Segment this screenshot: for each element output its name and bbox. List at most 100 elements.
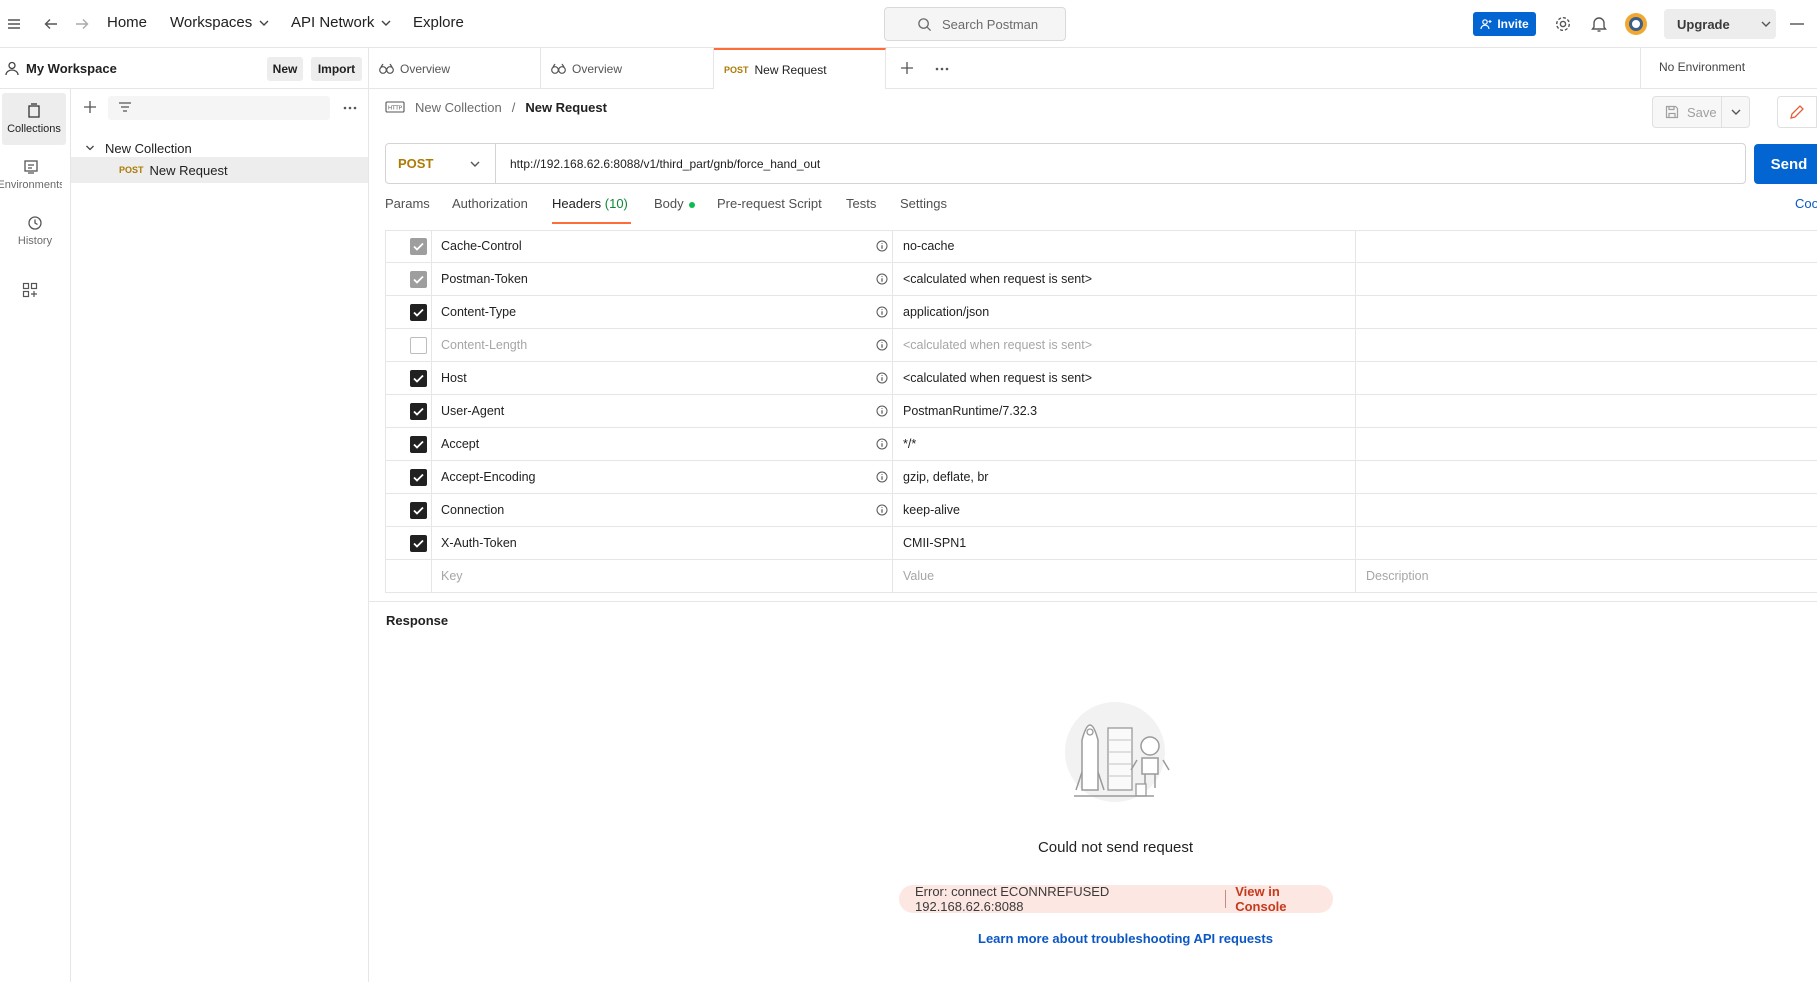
info-icon[interactable] bbox=[876, 273, 888, 285]
header-value[interactable]: */* bbox=[893, 428, 1356, 461]
tab-tests[interactable]: Tests bbox=[846, 196, 876, 224]
header-description[interactable] bbox=[1356, 395, 1817, 428]
sidebar-filter-input[interactable] bbox=[108, 96, 330, 120]
edit-button[interactable] bbox=[1777, 96, 1817, 128]
method-select[interactable]: POST bbox=[386, 144, 496, 183]
workspace-name[interactable]: My Workspace bbox=[26, 61, 117, 76]
info-icon[interactable] bbox=[876, 372, 888, 384]
add-collection-icon[interactable] bbox=[83, 100, 97, 114]
info-icon[interactable] bbox=[876, 504, 888, 516]
rail-history[interactable]: History bbox=[0, 205, 70, 257]
row-checkbox[interactable] bbox=[410, 535, 427, 552]
tab-new-request[interactable]: POST New Request bbox=[714, 48, 886, 89]
rail-collections[interactable]: Collections bbox=[2, 93, 66, 145]
tab-authorization[interactable]: Authorization bbox=[452, 196, 528, 224]
header-key[interactable]: Postman-Token bbox=[433, 263, 893, 296]
row-checkbox[interactable] bbox=[410, 370, 427, 387]
header-value[interactable]: application/json bbox=[893, 296, 1356, 329]
header-key[interactable]: Accept bbox=[433, 428, 893, 461]
header-description[interactable] bbox=[1356, 230, 1817, 263]
header-value[interactable]: <calculated when request is sent> bbox=[893, 263, 1356, 296]
search-input[interactable]: Search Postman bbox=[884, 7, 1066, 41]
nav-home[interactable]: Home bbox=[107, 14, 147, 31]
breadcrumb-collection[interactable]: New Collection bbox=[415, 100, 502, 115]
tab-params[interactable]: Params bbox=[385, 196, 430, 224]
settings-icon[interactable] bbox=[1554, 15, 1572, 33]
back-arrow-icon[interactable] bbox=[43, 16, 59, 32]
add-tab-icon[interactable] bbox=[900, 61, 914, 75]
sidebar-more-icon[interactable] bbox=[343, 106, 357, 110]
tab-pre-request-script[interactable]: Pre-request Script bbox=[717, 196, 822, 224]
header-value[interactable]: CMII-SPN1 bbox=[893, 527, 1356, 560]
header-value[interactable]: no-cache bbox=[893, 230, 1356, 263]
forward-arrow-icon[interactable] bbox=[74, 16, 90, 32]
header-value[interactable]: <calculated when request is sent> bbox=[893, 362, 1356, 395]
header-key[interactable]: User-Agent bbox=[433, 395, 893, 428]
row-checkbox[interactable] bbox=[410, 337, 427, 354]
header-description[interactable] bbox=[1356, 263, 1817, 296]
header-description[interactable] bbox=[1356, 296, 1817, 329]
header-description[interactable] bbox=[1356, 362, 1817, 395]
info-icon[interactable] bbox=[876, 471, 888, 483]
header-key[interactable]: Content-Type bbox=[433, 296, 893, 329]
header-key[interactable]: Connection bbox=[433, 494, 893, 527]
header-key[interactable]: Cache-Control bbox=[433, 230, 893, 263]
invite-button[interactable]: Invite bbox=[1473, 12, 1536, 36]
header-key[interactable]: Accept-Encoding bbox=[433, 461, 893, 494]
upgrade-button[interactable]: Upgrade bbox=[1664, 9, 1776, 39]
row-checkbox[interactable] bbox=[410, 304, 427, 321]
rail-environments[interactable]: Environments bbox=[0, 149, 62, 201]
header-value[interactable]: <calculated when request is sent> bbox=[893, 329, 1356, 362]
header-value[interactable]: keep-alive bbox=[893, 494, 1356, 527]
nav-workspaces[interactable]: Workspaces bbox=[170, 14, 270, 31]
save-dropdown-button[interactable] bbox=[1722, 96, 1750, 128]
notifications-bell-icon[interactable] bbox=[1591, 15, 1607, 33]
tab-overview-1[interactable]: Overview bbox=[369, 48, 541, 89]
minimize-icon[interactable] bbox=[1790, 23, 1804, 25]
header-key[interactable]: X-Auth-Token bbox=[433, 527, 893, 560]
breadcrumb-request[interactable]: New Request bbox=[525, 100, 607, 115]
row-checkbox[interactable] bbox=[410, 238, 427, 255]
response-divider[interactable] bbox=[369, 601, 1817, 602]
menu-icon[interactable] bbox=[7, 17, 21, 31]
info-icon[interactable] bbox=[876, 306, 888, 318]
header-value[interactable]: gzip, deflate, br bbox=[893, 461, 1356, 494]
header-description[interactable] bbox=[1356, 329, 1817, 362]
tab-headers[interactable]: Headers (10) bbox=[552, 196, 631, 224]
header-key[interactable]: Content-Length bbox=[433, 329, 893, 362]
new-value-input[interactable]: Value bbox=[893, 560, 1356, 593]
new-description-input[interactable]: Description bbox=[1356, 560, 1817, 593]
request-item[interactable]: POST New Request bbox=[71, 157, 368, 183]
info-icon[interactable] bbox=[876, 240, 888, 252]
row-checkbox[interactable] bbox=[410, 271, 427, 288]
new-key-input[interactable]: Key bbox=[433, 560, 893, 593]
nav-explore[interactable]: Explore bbox=[413, 14, 464, 31]
environment-selector[interactable]: No Environment bbox=[1640, 48, 1817, 88]
row-checkbox[interactable] bbox=[410, 502, 427, 519]
info-icon[interactable] bbox=[876, 405, 888, 417]
info-icon[interactable] bbox=[876, 438, 888, 450]
row-checkbox[interactable] bbox=[410, 403, 427, 420]
import-button[interactable]: Import bbox=[311, 57, 362, 81]
info-icon[interactable] bbox=[876, 339, 888, 351]
more-tabs-icon[interactable] bbox=[935, 67, 949, 71]
header-value[interactable]: PostmanRuntime/7.32.3 bbox=[893, 395, 1356, 428]
header-description[interactable] bbox=[1356, 428, 1817, 461]
tab-overview-2[interactable]: Overview bbox=[541, 48, 714, 89]
configure-workbench-icon[interactable] bbox=[22, 282, 38, 298]
nav-api-network[interactable]: API Network bbox=[291, 14, 392, 31]
header-description[interactable] bbox=[1356, 527, 1817, 560]
save-button[interactable]: Save bbox=[1652, 96, 1722, 128]
header-key[interactable]: Host bbox=[433, 362, 893, 395]
header-description[interactable] bbox=[1356, 461, 1817, 494]
new-button[interactable]: New bbox=[267, 57, 303, 81]
url-input[interactable]: http://192.168.62.6:8088/v1/third_part/g… bbox=[496, 157, 820, 171]
avatar[interactable] bbox=[1624, 12, 1648, 36]
row-checkbox[interactable] bbox=[410, 436, 427, 453]
view-in-console-link[interactable]: View in Console bbox=[1235, 884, 1333, 914]
row-checkbox[interactable] bbox=[410, 469, 427, 486]
tab-settings[interactable]: Settings bbox=[900, 196, 947, 224]
cookies-link[interactable]: Coo bbox=[1795, 196, 1817, 224]
tab-body[interactable]: Body bbox=[654, 196, 696, 224]
troubleshooting-link[interactable]: Learn more about troubleshooting API req… bbox=[978, 931, 1273, 946]
